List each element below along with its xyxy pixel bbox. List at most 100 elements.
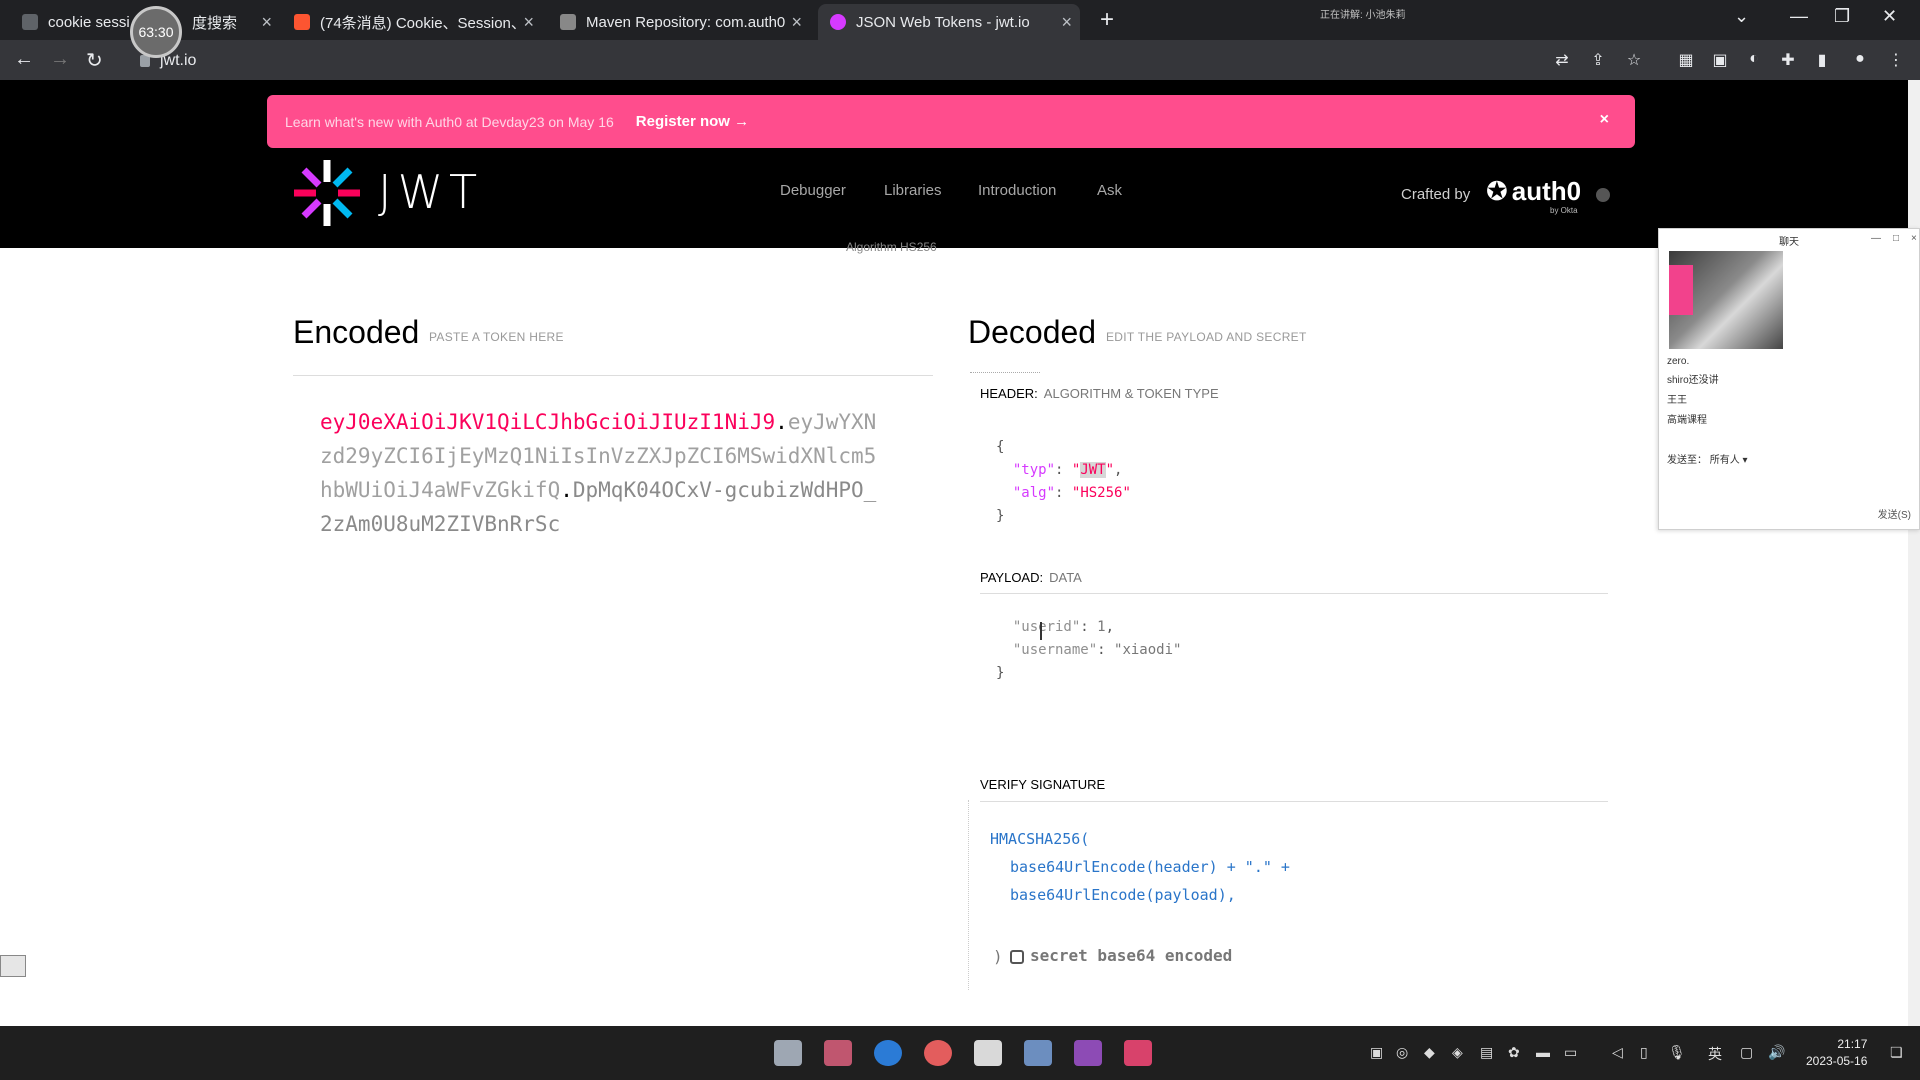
forward-button[interactable]: → (50, 48, 70, 71)
chat-message: 高端课程 (1667, 415, 1707, 426)
tab-label: 度搜索 (192, 14, 238, 32)
ime-indicator[interactable]: 英 (1708, 1044, 1722, 1064)
edge-browser-icon[interactable] (874, 1040, 902, 1066)
chrome-browser-icon[interactable] (924, 1040, 952, 1066)
chat-recipient-select[interactable]: 发送至： 所有人 ▾ (1667, 451, 1748, 466)
tab-maven-repository[interactable]: Maven Repository: com.auth0 × (548, 4, 810, 40)
jwt-logo-text[interactable]: JWT (378, 165, 483, 219)
taskbar-app-icon[interactable] (1124, 1040, 1152, 1066)
verify-signature-label: VERIFY SIGNATURE (980, 777, 1106, 792)
tray-icon[interactable]: ▬ (1536, 1044, 1550, 1060)
tray-icon[interactable]: ▤ (1480, 1044, 1493, 1061)
payload-json-editor[interactable]: "userid": 1, "username": "xiaodi" } (996, 616, 1181, 685)
minimize-button[interactable]: — (1790, 6, 1808, 27)
presenter-video (1669, 251, 1783, 349)
signature-close-paren: ) (993, 947, 1003, 966)
auth0-wordmark: auth0 (1511, 176, 1582, 206)
header-sublabel: ALGORITHM & TOKEN TYPE (1043, 386, 1219, 401)
taskbar-app-icon[interactable] (1024, 1040, 1052, 1066)
secret-base64-checkbox[interactable] (1010, 950, 1024, 964)
header-typ-value: JWT (1080, 462, 1106, 478)
tab-search-icon[interactable]: ⌄ (1734, 6, 1749, 27)
reload-button[interactable]: ↻ (86, 48, 103, 73)
extension-icon[interactable]: ▣ (1710, 50, 1730, 70)
tab-label: cookie sessi (48, 13, 130, 31)
decoded-title: Decoded (968, 314, 1097, 350)
header-json-editor[interactable]: { "typ": "JWT", "alg": "HS256" } (996, 436, 1131, 528)
chat-title: 聊天 (1779, 237, 1799, 248)
floating-toolbar-icon[interactable] (0, 955, 26, 977)
system-clock[interactable]: 21:17 2023-05-16 (1806, 1036, 1867, 1070)
maven-favicon-icon (560, 14, 576, 30)
auth0-logo[interactable]: ✪ auth0 (1486, 176, 1581, 207)
close-tab-icon[interactable]: × (1061, 12, 1072, 33)
microphone-icon[interactable]: 🎙 (1668, 1044, 1686, 1061)
taskbar-app-icon[interactable] (974, 1040, 1002, 1066)
bookmark-star-icon[interactable]: ☆ (1624, 50, 1644, 70)
info-icon[interactable] (1596, 188, 1610, 202)
register-now-link[interactable]: Register now → (636, 113, 749, 130)
new-tab-button[interactable]: + (1100, 6, 1114, 34)
tray-icon[interactable]: ◎ (1396, 1044, 1408, 1061)
close-tab-icon[interactable]: × (791, 12, 802, 33)
side-panel-icon[interactable]: ▮ (1812, 50, 1832, 70)
nav-introduction[interactable]: Introduction (978, 182, 1056, 199)
taskbar-app-icon[interactable] (774, 1040, 802, 1066)
menu-icon[interactable]: ⋮ (1886, 50, 1906, 70)
profile-icon[interactable]: ● (1850, 50, 1870, 70)
nav-debugger[interactable]: Debugger (780, 182, 846, 199)
volume-icon[interactable]: 🔊 (1768, 1044, 1785, 1061)
back-button[interactable]: ← (14, 48, 34, 71)
divider (293, 375, 933, 376)
chat-close-button[interactable]: × (1911, 233, 1917, 244)
tray-icon[interactable]: ◆ (1424, 1044, 1435, 1061)
tray-icon[interactable]: ✿ (1508, 1044, 1520, 1061)
intellij-icon[interactable] (1074, 1040, 1102, 1066)
token-header-part: eyJ0eXAiOiJKV1QiLCJhbGciOiJIUzI1NiJ9 (320, 410, 776, 434)
close-window-button[interactable]: ✕ (1882, 6, 1897, 27)
chat-minimize-button[interactable]: — (1871, 233, 1881, 244)
extension-icon[interactable]: ▦ (1676, 50, 1696, 70)
screen: cookie sessi 度搜索 × (74条消息) Cookie、Sessio… (0, 0, 1920, 1080)
close-tab-icon[interactable]: × (261, 12, 272, 33)
tab-label: (74条消息) Cookie、Session、 (320, 14, 525, 32)
extension-icon[interactable]: ◐ (1744, 50, 1764, 70)
notification-icon[interactable]: ❏ (1890, 1044, 1903, 1061)
divider (980, 801, 1608, 802)
by-okta-label: by Okta (1550, 206, 1578, 215)
chat-message: 王王 (1667, 395, 1687, 406)
payload-username-value: xiaodi (1122, 642, 1174, 658)
banner-close-button[interactable]: × (1600, 111, 1609, 129)
taskbar-app-icon[interactable] (824, 1040, 852, 1066)
jwt-logo-icon[interactable] (292, 158, 362, 228)
tab-csdn-cookie-session[interactable]: (74条消息) Cookie、Session、 × (282, 4, 542, 40)
tab-baidu-search[interactable]: 度搜索 × (180, 4, 280, 40)
extensions-puzzle-icon[interactable]: ✚ (1778, 50, 1798, 70)
battery-icon[interactable]: ▯ (1640, 1044, 1648, 1061)
signature-line-header: base64UrlEncode(header) + "." + (1010, 858, 1290, 876)
address-bar-row: ← → ↻ jwt.io ⇄ ⇪ ☆ ▦ ▣ ◐ ✚ ▮ ● ⋮ (0, 40, 1920, 80)
tray-icon[interactable]: ▭ (1564, 1044, 1577, 1061)
recording-timer: 63:30 (130, 6, 182, 58)
page-scrollbar[interactable] (1908, 80, 1920, 1030)
close-tab-icon[interactable]: × (523, 12, 534, 33)
tab-jwt-io[interactable]: JSON Web Tokens - jwt.io × (818, 4, 1080, 40)
nav-libraries[interactable]: Libraries (884, 182, 942, 199)
chat-window: 聊天 — □ × zero. shiro还没讲 王王 高端课程 发送至： 所有人… (1658, 228, 1920, 530)
chat-send-button[interactable]: 发送(S) (1878, 506, 1911, 521)
chat-message: zero. (1667, 356, 1690, 367)
tray-icon[interactable]: ▣ (1370, 1044, 1383, 1061)
chat-maximize-button[interactable]: □ (1893, 233, 1899, 244)
secret-base64-label[interactable]: secret base64 encoded (1030, 946, 1232, 965)
crafted-by-label: Crafted by (1401, 186, 1471, 203)
encoded-token-input[interactable]: eyJ0eXAiOiJKV1QiLCJhbGciOiJIUzI1NiJ9.eyJ… (320, 405, 880, 541)
share-icon[interactable]: ⇪ (1588, 50, 1608, 70)
tray-icon[interactable]: ◈ (1452, 1044, 1463, 1061)
network-icon[interactable]: ▢ (1740, 1044, 1753, 1061)
tray-arrow-icon[interactable]: ◁ (1612, 1044, 1623, 1061)
algorithm-select-peek[interactable]: Algorithm HS256 (846, 240, 937, 254)
os-taskbar (0, 1026, 1920, 1080)
maximize-button[interactable]: ❐ (1834, 6, 1850, 27)
translate-icon[interactable]: ⇄ (1552, 50, 1572, 70)
nav-ask[interactable]: Ask (1097, 182, 1122, 199)
